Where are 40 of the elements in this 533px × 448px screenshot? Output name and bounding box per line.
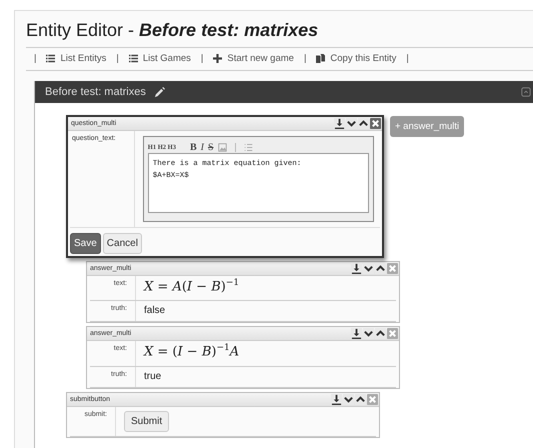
submit-button[interactable]: Submit [124, 410, 170, 432]
collapse-icon[interactable] [521, 87, 531, 97]
formula-text: X = A(I − B)$^{−1}$ [142, 277, 240, 296]
chevron-down-icon[interactable] [363, 263, 374, 274]
copy-icon[interactable] [316, 54, 326, 63]
download-icon[interactable] [334, 118, 345, 129]
chevron-down-icon[interactable] [346, 118, 357, 129]
save-button[interactable]: Save [70, 233, 101, 254]
separator-text: | [406, 53, 409, 64]
nav-link[interactable]: Copy this Entity [330, 53, 396, 64]
chevron-up-icon[interactable] [375, 328, 386, 340]
chevron-up-icon[interactable] [355, 394, 366, 405]
pencil-icon[interactable] [154, 86, 165, 98]
strike-button[interactable]: S [208, 142, 214, 152]
nav-link[interactable]: List Entitys [60, 53, 106, 64]
cancel-button[interactable]: Cancel [102, 233, 142, 254]
page-title: Entity Editor - Before test: matrixes [26, 20, 533, 48]
nav-link[interactable]: Start new game [227, 53, 294, 64]
chevron-down-icon[interactable] [343, 394, 354, 405]
formula-text: X = (I − B)$^{−1}$A [142, 342, 240, 362]
download-icon[interactable] [331, 394, 342, 405]
chevron-up-icon[interactable] [375, 263, 386, 274]
separator-text: | [304, 53, 306, 64]
plus-icon[interactable] [213, 54, 222, 63]
list-icon[interactable] [46, 54, 56, 63]
download-icon[interactable] [351, 263, 362, 274]
field-value: true [143, 370, 162, 384]
download-icon[interactable] [351, 328, 362, 340]
list-icon[interactable] [128, 54, 138, 63]
separator-text: | [116, 53, 119, 64]
separator-text: | [34, 53, 36, 64]
separator-text: | [200, 53, 204, 64]
chevron-down-icon[interactable] [363, 328, 374, 340]
italic-button[interactable]: I [200, 142, 204, 152]
close-icon[interactable] [370, 118, 381, 129]
field-value: false [143, 304, 166, 318]
entity-title: Before test: matrixes [45, 86, 146, 98]
chevron-up-icon[interactable] [358, 118, 369, 129]
nav-link[interactable]: List Games [142, 53, 191, 64]
bold-button[interactable]: B [190, 142, 197, 152]
